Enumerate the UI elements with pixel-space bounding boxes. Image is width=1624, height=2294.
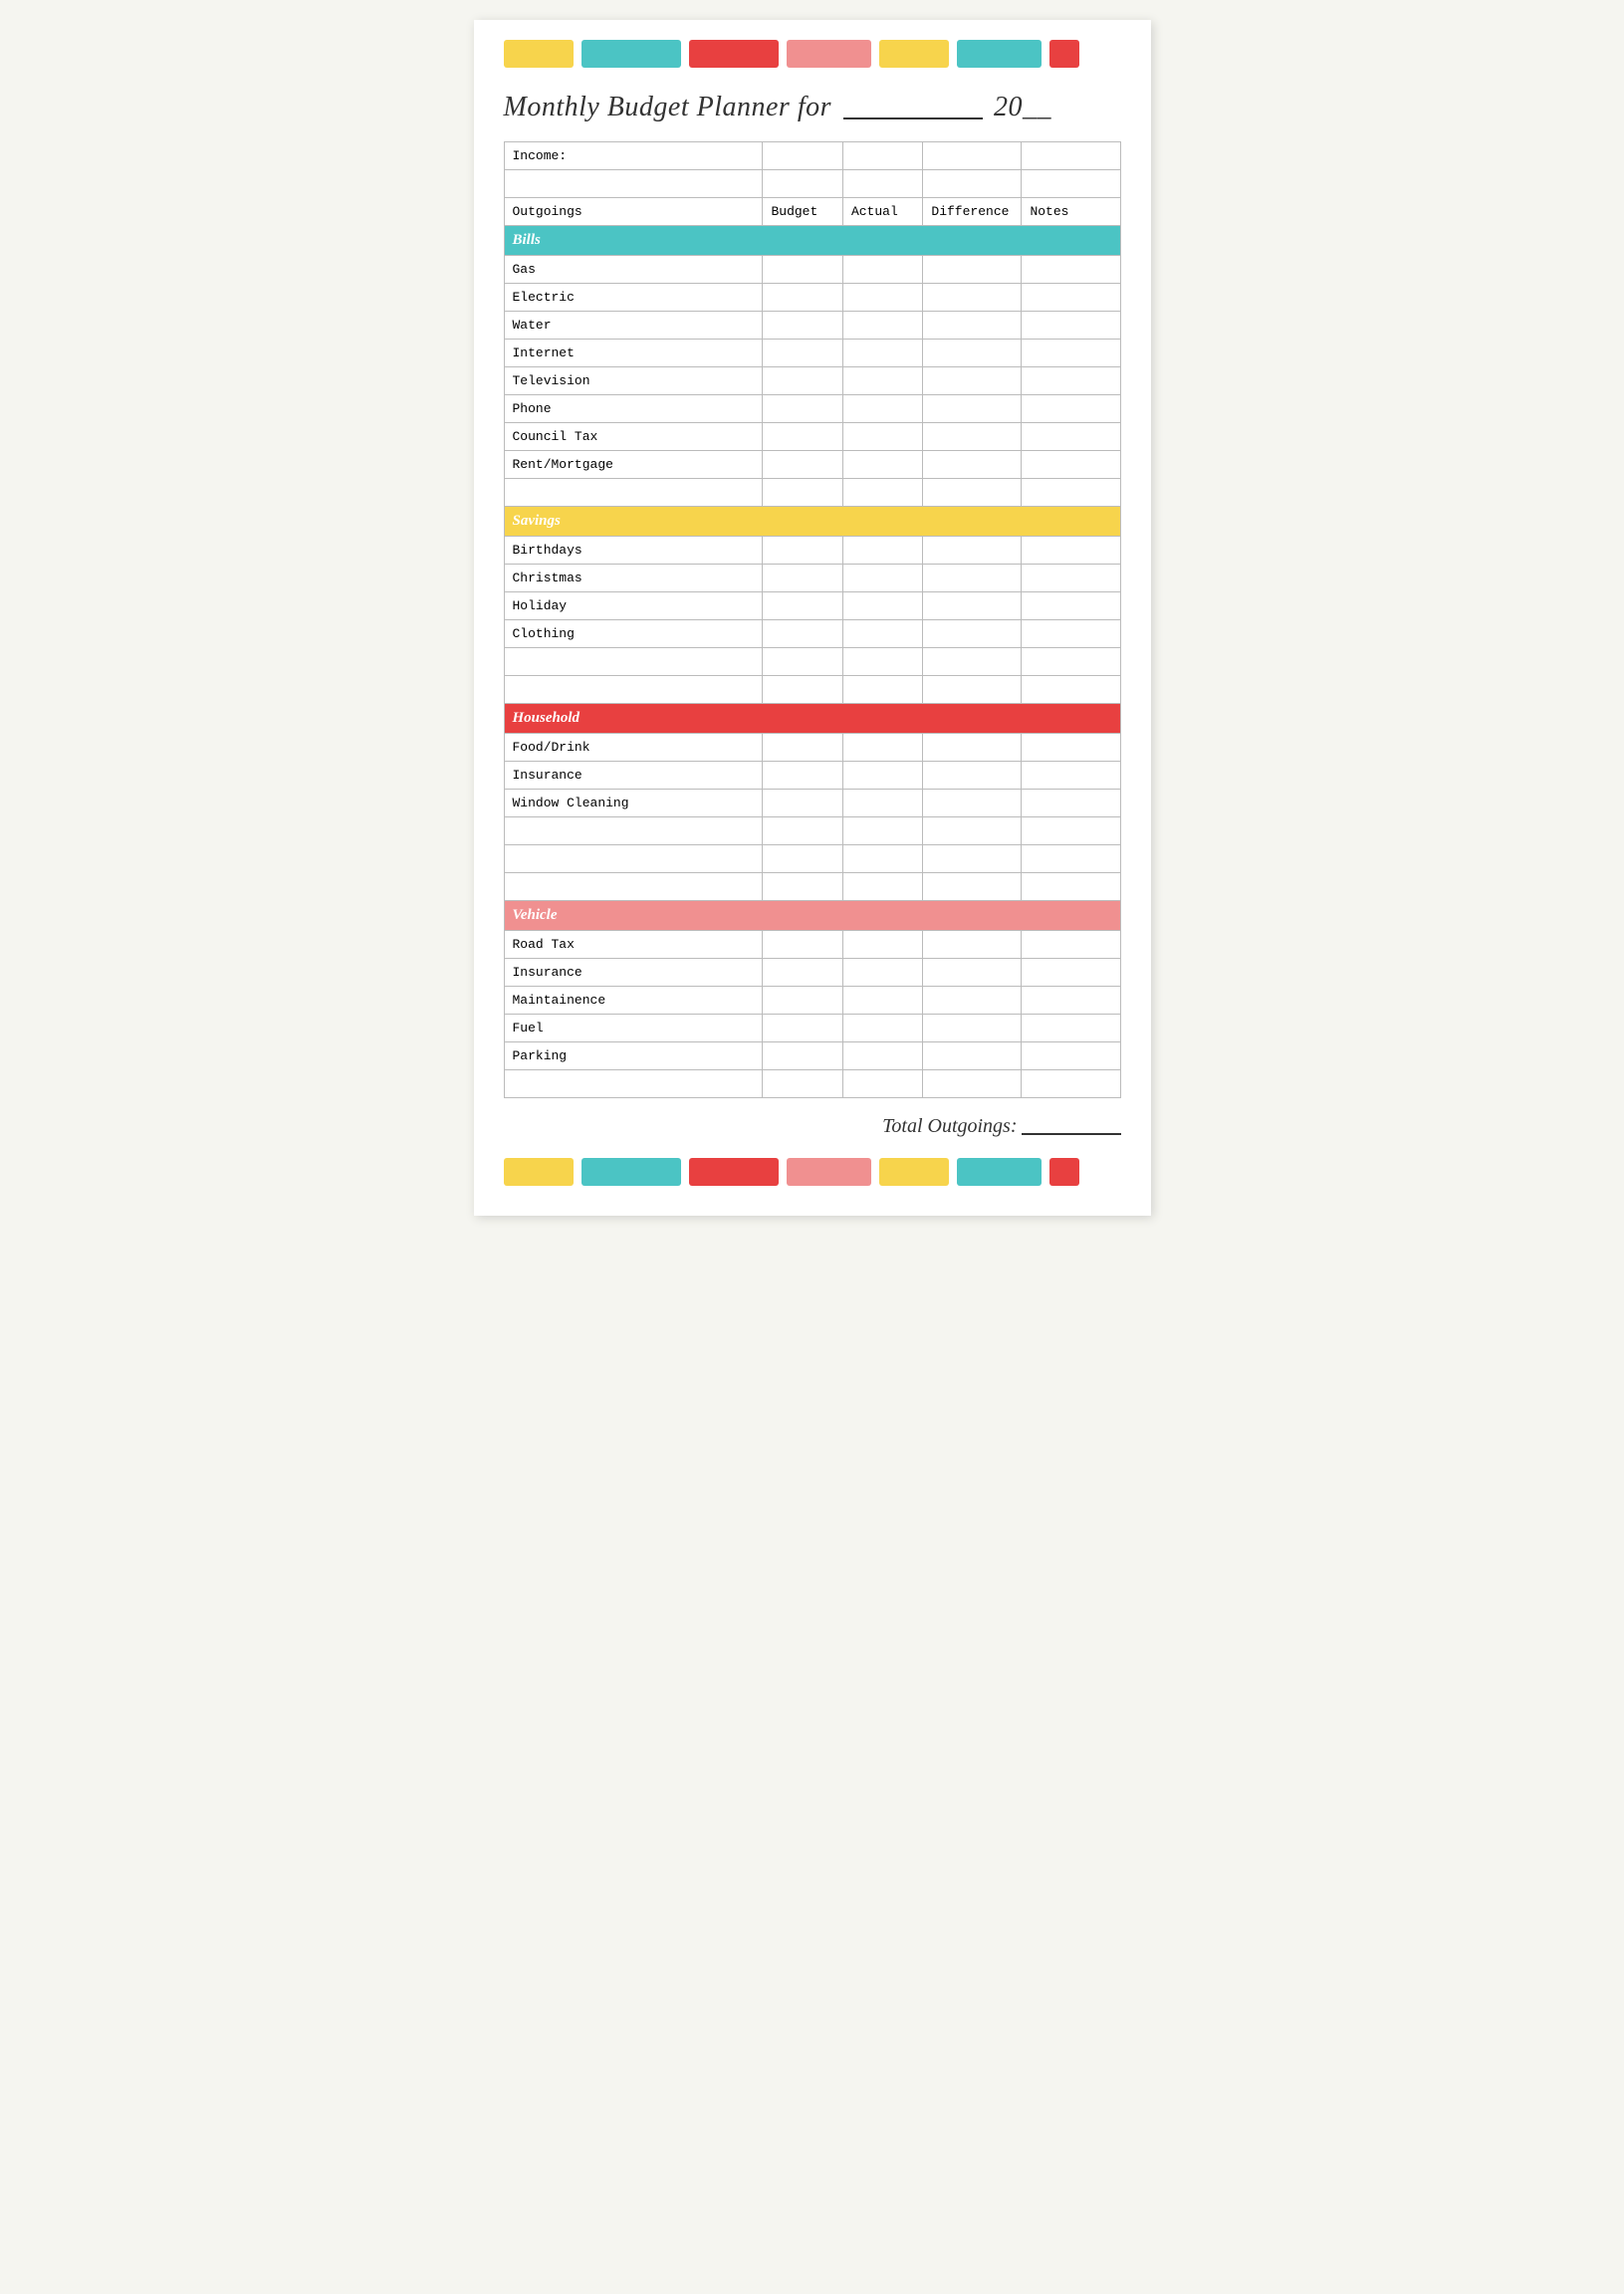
bills-label: Bills — [504, 226, 1120, 256]
item-water: Water — [504, 312, 763, 340]
income-actual — [842, 142, 922, 170]
bar-bottom-teal-2 — [957, 1158, 1042, 1186]
row-council-tax: Council Tax — [504, 423, 1120, 451]
vehicle-empty-1 — [504, 1070, 1120, 1098]
bar-teal-2 — [957, 40, 1042, 68]
item-food-drink: Food/Drink — [504, 734, 763, 762]
category-vehicle-header: Vehicle — [504, 901, 1120, 931]
bar-bottom-yellow-2 — [879, 1158, 949, 1186]
budget-table: Income: Outgoings Budget Actual Differen… — [504, 141, 1121, 1098]
savings-empty-1 — [504, 648, 1120, 676]
title-prefix: Monthly Budget Planner for — [504, 92, 832, 122]
category-bills-header: Bills — [504, 226, 1120, 256]
col-header-difference: Difference — [923, 198, 1022, 226]
row-television: Television — [504, 367, 1120, 395]
row-parking: Parking — [504, 1042, 1120, 1070]
bar-bottom-red-1 — [689, 1158, 779, 1186]
bar-bottom-red-2 — [1049, 1158, 1079, 1186]
total-underline — [1022, 1110, 1121, 1135]
title-year-prefix: 20 — [994, 92, 1023, 122]
bar-yellow-2 — [879, 40, 949, 68]
item-rent-mortgage: Rent/Mortgage — [504, 451, 763, 479]
page-title: Monthly Budget Planner for 20__ — [504, 86, 1121, 123]
bottom-color-bars — [504, 1158, 1121, 1186]
item-holiday: Holiday — [504, 592, 763, 620]
empty-row-1 — [504, 170, 1120, 198]
item-electric: Electric — [504, 284, 763, 312]
bills-empty-1 — [504, 479, 1120, 507]
col-header-outgoings: Outgoings — [504, 198, 763, 226]
row-rent-mortgage: Rent/Mortgage — [504, 451, 1120, 479]
bar-bottom-yellow-1 — [504, 1158, 574, 1186]
vehicle-label: Vehicle — [504, 901, 1120, 931]
row-gas: Gas — [504, 256, 1120, 284]
item-television: Television — [504, 367, 763, 395]
row-clothing: Clothing — [504, 620, 1120, 648]
bar-pink-1 — [787, 40, 871, 68]
income-row: Income: — [504, 142, 1120, 170]
item-insurance-household: Insurance — [504, 762, 763, 790]
page: Monthly Budget Planner for 20__ Income: … — [474, 20, 1151, 1216]
row-food-drink: Food/Drink — [504, 734, 1120, 762]
bar-red-1 — [689, 40, 779, 68]
row-birthdays: Birthdays — [504, 537, 1120, 565]
item-clothing: Clothing — [504, 620, 763, 648]
income-notes — [1022, 142, 1120, 170]
top-color-bars — [504, 40, 1121, 68]
income-budget — [763, 142, 842, 170]
household-empty-3 — [504, 873, 1120, 901]
row-insurance-vehicle: Insurance — [504, 959, 1120, 987]
row-water: Water — [504, 312, 1120, 340]
income-diff — [923, 142, 1022, 170]
row-road-tax: Road Tax — [504, 931, 1120, 959]
item-window-cleaning: Window Cleaning — [504, 790, 763, 817]
col-header-actual: Actual — [842, 198, 922, 226]
total-outgoings-label: Total Outgoings: — [882, 1115, 1017, 1137]
col-header-budget: Budget — [763, 198, 842, 226]
category-household-header: Household — [504, 704, 1120, 734]
title-month-blank — [843, 86, 983, 119]
row-christmas: Christmas — [504, 565, 1120, 592]
category-savings-header: Savings — [504, 507, 1120, 537]
item-internet: Internet — [504, 340, 763, 367]
household-label: Household — [504, 704, 1120, 734]
bar-bottom-pink-1 — [787, 1158, 871, 1186]
income-label: Income: — [504, 142, 763, 170]
row-maintainence: Maintainence — [504, 987, 1120, 1015]
row-phone: Phone — [504, 395, 1120, 423]
row-internet: Internet — [504, 340, 1120, 367]
item-council-tax: Council Tax — [504, 423, 763, 451]
title-year-suffix: __ — [1023, 92, 1051, 122]
item-maintainence: Maintainence — [504, 987, 763, 1015]
item-gas: Gas — [504, 256, 763, 284]
item-phone: Phone — [504, 395, 763, 423]
savings-empty-2 — [504, 676, 1120, 704]
column-headers: Outgoings Budget Actual Difference Notes — [504, 198, 1120, 226]
item-parking: Parking — [504, 1042, 763, 1070]
row-electric: Electric — [504, 284, 1120, 312]
item-road-tax: Road Tax — [504, 931, 763, 959]
total-outgoings-row: Total Outgoings: — [504, 1098, 1121, 1142]
household-empty-2 — [504, 845, 1120, 873]
bar-bottom-teal-1 — [581, 1158, 681, 1186]
item-fuel: Fuel — [504, 1015, 763, 1042]
bar-teal-1 — [581, 40, 681, 68]
item-christmas: Christmas — [504, 565, 763, 592]
row-insurance-household: Insurance — [504, 762, 1120, 790]
household-empty-1 — [504, 817, 1120, 845]
row-fuel: Fuel — [504, 1015, 1120, 1042]
row-window-cleaning: Window Cleaning — [504, 790, 1120, 817]
item-birthdays: Birthdays — [504, 537, 763, 565]
bar-yellow-1 — [504, 40, 574, 68]
row-holiday: Holiday — [504, 592, 1120, 620]
col-header-notes: Notes — [1022, 198, 1120, 226]
bar-red-2 — [1049, 40, 1079, 68]
item-insurance-vehicle: Insurance — [504, 959, 763, 987]
savings-label: Savings — [504, 507, 1120, 537]
